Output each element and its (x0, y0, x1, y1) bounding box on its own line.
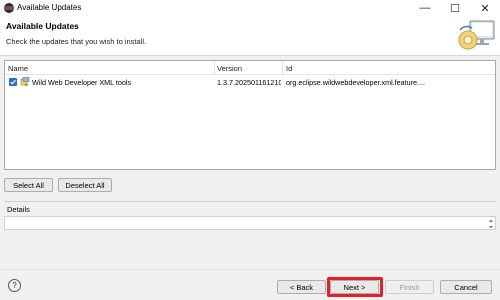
next-button-highlight (327, 277, 383, 297)
footer-divider (0, 269, 500, 270)
column-header-version[interactable]: Version (217, 64, 242, 73)
details-section: Details (4, 201, 496, 234)
row-name: Wild Web Developer XML tools (32, 78, 132, 87)
close-button[interactable]: ✕ (470, 0, 500, 16)
row-checkbox[interactable] (9, 78, 17, 86)
column-divider[interactable] (282, 61, 283, 75)
updates-table[interactable]: Name Version Id Wild Web Developer XML t… (4, 60, 496, 170)
select-all-button[interactable]: Select All (4, 178, 53, 192)
column-header-id[interactable]: Id (286, 64, 292, 73)
column-header-name[interactable]: Name (8, 64, 28, 73)
cancel-button[interactable]: Cancel (440, 280, 492, 294)
column-divider[interactable] (214, 61, 215, 75)
minimize-icon: — (419, 2, 431, 14)
maximize-icon: ☐ (450, 2, 460, 15)
finish-button: Finish (385, 280, 434, 294)
back-button[interactable]: < Back (277, 280, 326, 294)
scroll-arrows-icon[interactable] (488, 218, 494, 230)
details-label: Details (7, 205, 30, 214)
page-title: Available Updates (6, 21, 79, 31)
maximize-button[interactable]: ☐ (440, 0, 470, 16)
wizard-banner: Available Updates Check the updates that… (0, 16, 500, 56)
eclipse-app-icon (4, 3, 14, 13)
row-version: 1.3.7.202501161210 (217, 78, 281, 87)
title-bar: Available Updates — ☐ ✕ (0, 0, 500, 16)
window-title: Available Updates (17, 3, 82, 12)
page-description: Check the updates that you wish to insta… (6, 37, 147, 46)
close-icon: ✕ (480, 2, 490, 15)
table-row[interactable]: Wild Web Developer XML tools 1.3.7.20250… (5, 76, 495, 88)
feature-icon (20, 77, 30, 87)
checkmark-icon (10, 79, 16, 85)
help-icon: ? (12, 281, 17, 290)
deselect-all-button[interactable]: Deselect All (58, 178, 112, 192)
details-text-area[interactable] (4, 216, 496, 230)
update-wizard-icon (458, 20, 495, 50)
minimize-button[interactable]: — (410, 0, 440, 16)
row-id: org.eclipse.wildwebdeveloper.xml.feature… (286, 78, 426, 87)
help-button[interactable]: ? (8, 279, 21, 292)
table-header: Name Version Id (5, 61, 495, 75)
